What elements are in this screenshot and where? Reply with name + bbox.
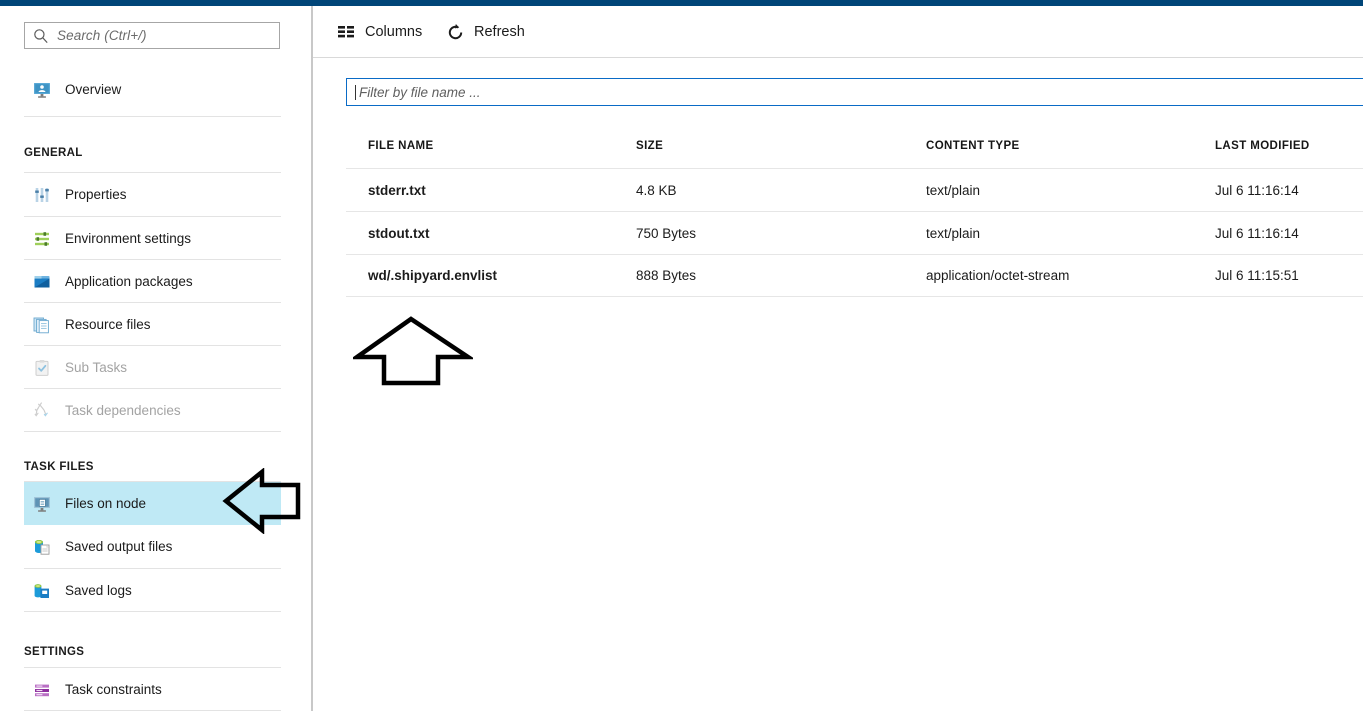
sidebar-item-label: Saved logs — [65, 583, 132, 598]
sidebar-item-label: Overview — [65, 82, 122, 97]
sidebar-item-label: Sub Tasks — [65, 360, 128, 375]
sidebar-item-application-packages[interactable]: Application packages — [24, 260, 281, 303]
command-bar-divider — [313, 57, 1363, 58]
command-bar: Columns Refresh — [313, 6, 1363, 57]
search-placeholder: Search (Ctrl+/) — [57, 28, 147, 43]
columns-button[interactable]: Columns — [338, 20, 422, 44]
settings-sliders-icon — [32, 229, 52, 249]
cell-size: 888 Bytes — [636, 268, 697, 283]
sidebar-item-label: Files on node — [65, 496, 147, 511]
up-arrow-annotation — [349, 314, 476, 388]
cell-content-type: text/plain — [926, 182, 981, 198]
filter-placeholder: Filter by file name ... — [359, 84, 481, 100]
app-window: Search (Ctrl+/) Overview GENERAL Propert… — [0, 0, 1363, 711]
files-table: FILE NAME SIZE CONTENT TYPE LAST MODIFIE… — [346, 124, 1363, 297]
search-input[interactable]: Search (Ctrl+/) — [24, 22, 280, 49]
sidebar-item-saved-logs[interactable]: Saved logs — [24, 569, 281, 612]
cell-file-name: stderr.txt — [368, 182, 426, 198]
sidebar-divider — [24, 116, 281, 117]
cell-file-name: wd/.shipyard.envlist — [368, 268, 498, 283]
cell-content-type: application/octet-stream — [926, 268, 1070, 283]
cell-last-modified: Jul 6 11:15:51 — [1215, 268, 1299, 283]
table-header-row: FILE NAME SIZE CONTENT TYPE LAST MODIFIE… — [346, 124, 1363, 168]
text-caret — [355, 84, 356, 100]
cell-last-modified: Jul 6 11:16:14 — [1215, 182, 1299, 198]
sidebar-item-label: Task constraints — [65, 682, 162, 697]
sidebar-group-title-settings: SETTINGS — [24, 646, 85, 658]
sidebar-item-label: Task dependencies — [65, 403, 181, 418]
refresh-button[interactable]: Refresh — [446, 20, 525, 44]
package-box-icon — [32, 272, 52, 292]
monitor-icon — [32, 80, 52, 100]
column-header-last-modified[interactable]: LAST MODIFIED — [1215, 140, 1363, 152]
sidebar-divider — [24, 611, 281, 612]
clipboard-check-icon — [32, 358, 52, 378]
sidebar-item-task-dependencies[interactable]: Task dependencies — [24, 389, 281, 432]
left-arrow-annotation — [222, 467, 302, 535]
sidebar-divider — [24, 431, 281, 432]
search-icon — [33, 28, 49, 44]
table-row[interactable]: stderr.txt 4.8 KB text/plain Jul 6 11:16… — [346, 168, 1363, 211]
constraints-icon — [32, 680, 52, 700]
sidebar-item-task-constraints[interactable]: Task constraints — [24, 668, 281, 711]
sidebar-group-title-task-files: TASK FILES — [24, 461, 94, 473]
sidebar-item-label: Environment settings — [65, 231, 192, 246]
sidebar-item-resource-files[interactable]: Resource files — [24, 303, 281, 346]
sidebar-item-label: Resource files — [65, 317, 151, 332]
column-header-size[interactable]: SIZE — [636, 140, 926, 152]
sidebar-group-title-general: GENERAL — [24, 147, 83, 159]
columns-button-label: Columns — [365, 24, 423, 40]
column-header-file-name[interactable]: FILE NAME — [346, 140, 636, 152]
sidebar-item-label: Properties — [65, 187, 127, 202]
storage-log-icon — [32, 581, 52, 601]
monitor-file-icon — [32, 494, 52, 514]
sliders-icon — [32, 185, 52, 205]
columns-grid-icon — [338, 25, 356, 39]
sidebar: Search (Ctrl+/) Overview GENERAL Propert… — [0, 6, 311, 711]
cell-size: 4.8 KB — [636, 182, 677, 198]
cell-content-type: text/plain — [926, 225, 981, 241]
sidebar-item-sub-tasks[interactable]: Sub Tasks — [24, 346, 281, 389]
table-row[interactable]: wd/.shipyard.envlist 888 Bytes applicati… — [346, 254, 1363, 297]
sidebar-item-environment-settings[interactable]: Environment settings — [24, 217, 281, 260]
refresh-button-label: Refresh — [474, 24, 525, 40]
storage-file-icon — [32, 537, 52, 557]
dependency-graph-icon — [32, 401, 52, 421]
refresh-circular-arrow-icon — [446, 23, 465, 42]
documents-icon — [32, 315, 52, 335]
sidebar-item-overview[interactable]: Overview — [24, 68, 281, 111]
cell-file-name: stdout.txt — [368, 225, 430, 241]
cell-size: 750 Bytes — [636, 225, 697, 241]
cell-last-modified: Jul 6 11:16:14 — [1215, 225, 1299, 241]
sidebar-item-label: Application packages — [65, 274, 193, 289]
sidebar-item-properties[interactable]: Properties — [24, 173, 281, 216]
filter-by-file-name-input[interactable]: Filter by file name ... — [346, 78, 1363, 106]
column-header-content-type[interactable]: CONTENT TYPE — [926, 140, 1215, 152]
sidebar-item-label: Saved output files — [65, 539, 173, 554]
table-row[interactable]: stdout.txt 750 Bytes text/plain Jul 6 11… — [346, 211, 1363, 254]
